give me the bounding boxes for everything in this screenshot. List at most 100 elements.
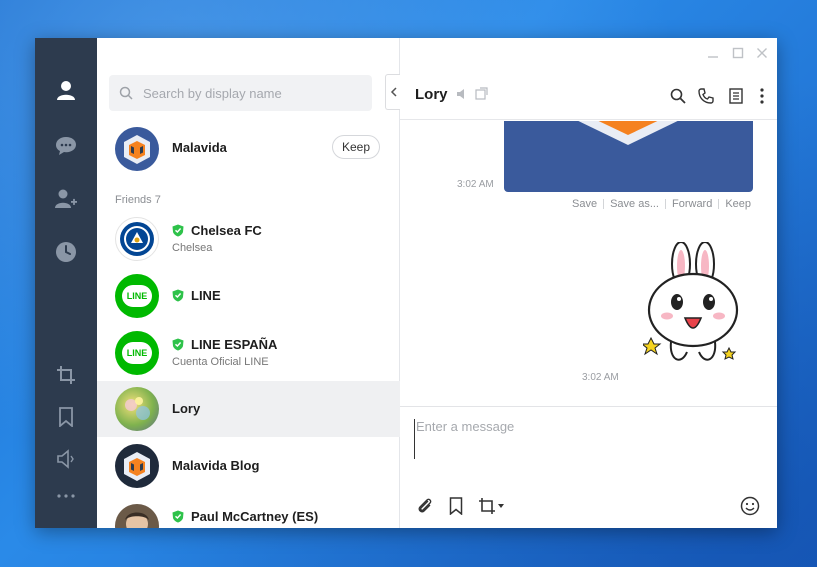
search-input[interactable]	[143, 85, 343, 101]
crop-icon	[479, 498, 495, 514]
divider	[718, 199, 720, 209]
malavida-logo-icon	[578, 121, 678, 145]
chevron-left-icon	[390, 87, 397, 97]
friend-status: Chelsea	[172, 242, 213, 254]
message-timestamp: 3:02 AM	[457, 179, 494, 190]
minimize-icon	[708, 56, 718, 58]
save-action[interactable]: Save	[572, 198, 597, 210]
attach-file-button[interactable]	[414, 495, 436, 517]
avatar	[115, 504, 159, 528]
friends-nav-button[interactable]	[35, 72, 97, 108]
friend-name: LINE	[191, 288, 221, 303]
avatar	[115, 217, 159, 261]
profile-photo-icon	[125, 512, 149, 528]
keep-button[interactable]: Keep	[332, 135, 380, 159]
forward-action[interactable]: Forward	[672, 198, 712, 210]
chat-icon	[56, 137, 76, 155]
maximize-icon	[732, 47, 744, 59]
pinned-row[interactable]: Malavida Keep	[97, 121, 400, 177]
screenshot-nav-button[interactable]	[35, 357, 97, 393]
voice-call-button[interactable]	[696, 86, 716, 106]
profile-photo-icon	[125, 397, 150, 420]
collapse-panel-button[interactable]	[385, 74, 401, 110]
friend-row[interactable]: Paul McCartney (ES)	[97, 494, 400, 528]
search-icon	[670, 88, 686, 104]
notes-button[interactable]	[726, 86, 746, 106]
keep-nav-button[interactable]	[35, 399, 97, 435]
friend-row[interactable]: Chelsea FC Chelsea	[97, 211, 400, 267]
friend-status: Cuenta Oficial LINE	[172, 356, 269, 368]
chelsea-crest-icon	[120, 222, 154, 256]
avatar: LINE	[115, 274, 159, 318]
friends-section-label: Friends 7	[115, 194, 161, 206]
add-friend-icon	[55, 189, 77, 208]
external-window-icon[interactable]	[475, 87, 488, 100]
add-friend-nav-button[interactable]	[35, 181, 97, 217]
bookmark-icon	[449, 497, 463, 515]
keep-action[interactable]: Keep	[725, 198, 751, 210]
avatar	[115, 444, 159, 488]
verified-shield-icon	[172, 338, 184, 351]
malavida-logo-icon	[124, 452, 150, 481]
caret-down-icon	[498, 504, 504, 508]
verified-shield-icon	[172, 510, 184, 523]
chat-panel: Lory 3:02 AM Save Save as... Forward Kee…	[400, 38, 777, 528]
friend-name: Malavida Blog	[172, 458, 260, 473]
friends-panel: Malavida Keep Friends 7 Chelsea FC Chels…	[97, 38, 401, 528]
friend-row[interactable]: LINE LINE ESPAÑA Cuenta Oficial LINE	[97, 325, 400, 381]
chat-title-text: Lory	[415, 86, 448, 103]
search-icon	[119, 86, 133, 100]
chat-title: Lory	[415, 86, 488, 103]
friend-name: Chelsea FC	[191, 223, 262, 238]
avatar	[115, 127, 159, 171]
avatar	[115, 387, 159, 431]
keep-button[interactable]	[445, 495, 467, 517]
verified-shield-icon	[172, 224, 184, 237]
line-app-window: Malavida Keep Friends 7 Chelsea FC Chels…	[35, 38, 777, 528]
nav-rail	[35, 38, 97, 528]
line-logo-icon: LINE	[122, 285, 152, 307]
friend-row[interactable]: Malavida Blog	[97, 438, 400, 494]
chats-nav-button[interactable]	[35, 128, 97, 164]
divider	[603, 199, 605, 209]
image-actions: Save Save as... Forward Keep	[572, 198, 751, 210]
message-input[interactable]	[414, 419, 754, 459]
cony-sticker[interactable]	[643, 242, 743, 382]
avatar: LINE	[115, 331, 159, 375]
line-logo-icon: LINE	[122, 342, 152, 364]
more-options-button[interactable]	[752, 86, 772, 106]
minimize-button[interactable]	[706, 46, 720, 60]
kebab-icon	[760, 88, 764, 104]
more-nav-button[interactable]	[35, 478, 97, 514]
friend-name: LINE ESPAÑA	[191, 337, 278, 352]
message-list: 3:02 AM Save Save as... Forward Keep 3:0…	[400, 121, 777, 406]
chat-header: Lory	[400, 74, 777, 120]
friend-row[interactable]: LINE LINE	[97, 268, 400, 324]
paperclip-icon	[418, 498, 432, 513]
speaker-icon	[456, 89, 464, 99]
more-icon	[57, 494, 75, 498]
emoji-button[interactable]	[739, 495, 761, 517]
emoji-icon	[740, 496, 760, 516]
screenshot-button[interactable]	[476, 495, 506, 517]
friend-name: Lory	[172, 401, 201, 416]
search-box[interactable]	[109, 75, 372, 111]
phone-icon	[698, 88, 714, 104]
line-logo-text: LINE	[126, 291, 148, 301]
history-nav-button[interactable]	[35, 234, 97, 270]
maximize-button[interactable]	[731, 46, 745, 60]
friend-name: Malavida	[172, 140, 227, 155]
clock-icon	[56, 242, 76, 262]
image-message[interactable]	[504, 121, 753, 192]
chat-search-button[interactable]	[668, 86, 688, 106]
friend-row[interactable]: Lory	[97, 381, 400, 437]
close-icon	[757, 48, 767, 58]
bookmark-icon	[59, 407, 73, 427]
speaker-icon	[57, 449, 74, 469]
notifications-nav-button[interactable]	[35, 441, 97, 477]
close-button[interactable]	[755, 46, 769, 60]
line-logo-text: LINE	[126, 348, 148, 358]
notes-icon	[729, 88, 743, 104]
save-as-action[interactable]: Save as...	[610, 198, 659, 210]
divider	[665, 199, 666, 209]
